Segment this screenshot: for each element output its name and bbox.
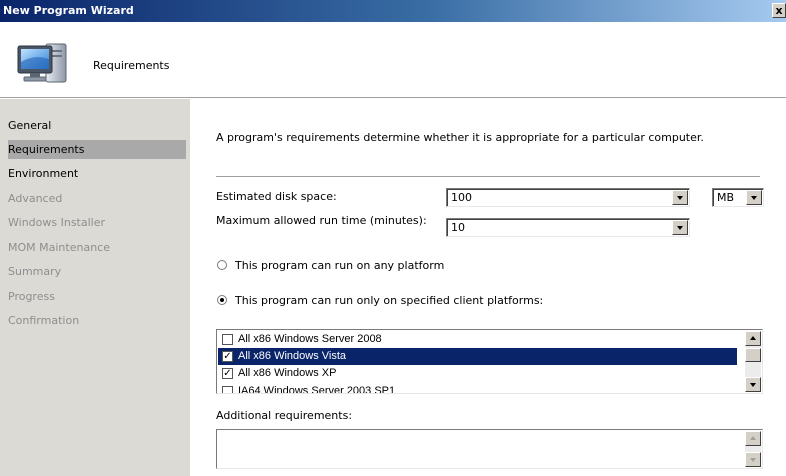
radio-button[interactable] <box>217 260 227 270</box>
checkbox[interactable] <box>222 386 233 393</box>
chevron-down-icon[interactable] <box>672 190 688 205</box>
requirements-description: A program's requirements determine wheth… <box>216 131 704 144</box>
wizard-sidebar: General Requirements Environment Advance… <box>0 99 190 476</box>
sidebar-item-advanced: Advanced <box>8 192 63 205</box>
disk-space-value: 100 <box>451 191 472 204</box>
list-item[interactable]: All x86 Windows Server 2008 <box>218 331 737 348</box>
scroll-up-button[interactable] <box>745 331 761 346</box>
list-item[interactable]: IA64 Windows Server 2003 SP1 <box>218 383 737 394</box>
platform-label: All x86 Windows Server 2008 <box>238 333 382 345</box>
disk-space-label: Estimated disk space: <box>216 190 337 203</box>
sidebar-item-summary: Summary <box>8 265 62 278</box>
platform-label: All x86 Windows Vista <box>238 350 347 362</box>
disk-space-combo[interactable]: 100 <box>446 188 690 207</box>
disk-unit-select[interactable]: MB <box>712 188 764 207</box>
max-runtime-value: 10 <box>451 221 465 234</box>
computer-icon <box>16 38 78 91</box>
sidebar-item-confirmation: Confirmation <box>8 314 80 327</box>
sidebar-item-mom-maintenance: MOM Maintenance <box>8 241 110 254</box>
page-title: Requirements <box>93 59 170 72</box>
checkbox[interactable] <box>222 334 233 345</box>
max-runtime-label: Maximum allowed run time (minutes): <box>216 214 427 227</box>
platform-list[interactable]: All x86 Windows Server 2008 ✓ All x86 Wi… <box>216 329 763 394</box>
wizard-content: A program's requirements determine wheth… <box>190 99 786 476</box>
additional-requirements-label: Additional requirements: <box>216 409 353 422</box>
max-runtime-combo[interactable]: 10 <box>446 218 690 237</box>
title-bar: New Program Wizard x <box>0 0 786 22</box>
radio-button[interactable] <box>217 295 227 305</box>
scrollbar[interactable] <box>745 431 761 467</box>
sidebar-item-progress: Progress <box>8 290 55 303</box>
scroll-down-button[interactable] <box>745 377 761 392</box>
sidebar-item-requirements[interactable]: Requirements <box>8 140 186 159</box>
platform-label: All x86 Windows XP <box>238 367 337 379</box>
platform-label: IA64 Windows Server 2003 SP1 <box>238 385 396 394</box>
sidebar-item-environment[interactable]: Environment <box>8 164 186 183</box>
chevron-down-icon[interactable] <box>746 190 762 205</box>
scroll-up-button[interactable] <box>745 431 761 446</box>
chevron-down-icon[interactable] <box>672 220 688 235</box>
scrollbar[interactable] <box>745 331 761 392</box>
list-item[interactable]: ✓ All x86 Windows XP <box>218 365 737 382</box>
close-button[interactable]: x <box>772 3 786 18</box>
disk-unit-value: MB <box>717 191 735 204</box>
scroll-down-button[interactable] <box>745 452 761 467</box>
radio-specified-platforms-label: This program can run only on specified c… <box>235 294 544 307</box>
window-title: New Program Wizard <box>3 4 134 17</box>
checkbox[interactable]: ✓ <box>222 351 233 362</box>
sidebar-item-general[interactable]: General <box>8 116 186 135</box>
list-item[interactable]: ✓ All x86 Windows Vista <box>218 348 737 365</box>
scroll-thumb[interactable] <box>745 348 761 362</box>
separator <box>216 176 760 178</box>
checkbox[interactable]: ✓ <box>222 368 233 379</box>
wizard-header: Requirements <box>0 22 786 98</box>
sidebar-item-windows-installer: Windows Installer <box>8 216 106 229</box>
additional-requirements-input[interactable] <box>216 429 763 469</box>
radio-any-platform-label: This program can run on any platform <box>235 259 445 272</box>
